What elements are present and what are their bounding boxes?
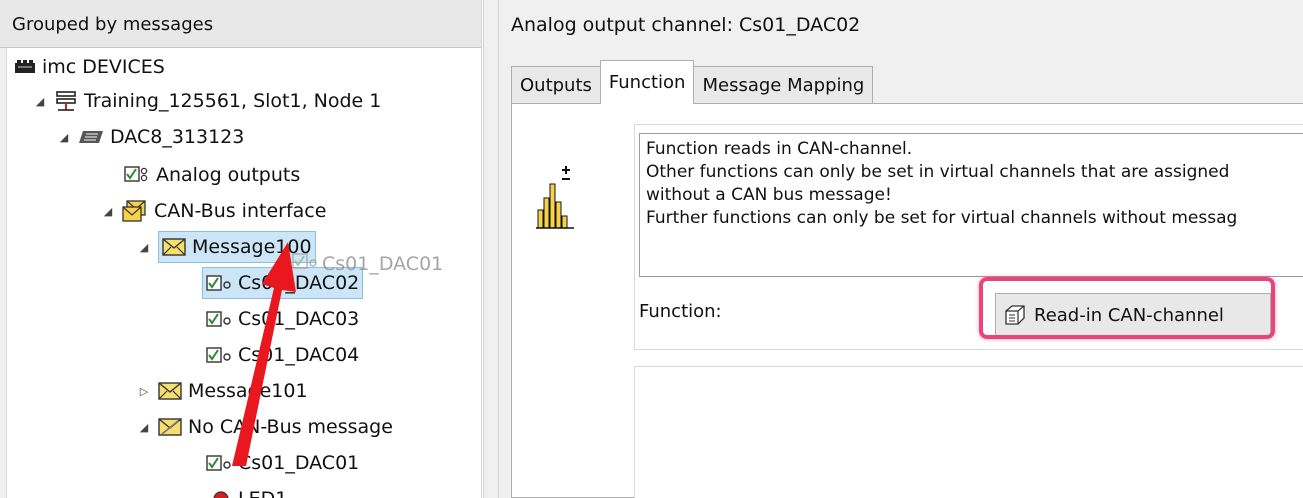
expand-toggle-icon[interactable]: ◢ [100,205,116,218]
tree-item-label: No CAN-Bus message [188,416,393,438]
channel-icon [206,274,232,292]
node-icon [54,90,78,112]
drag-ghost: Cs01_DAC01 [292,252,443,275]
envelope-icon [158,382,182,400]
description-line: Function reads in CAN-channel. [646,139,913,159]
tree-item-no-can-bus-message[interactable]: ◢ No CAN-Bus message [136,410,393,444]
function-group: Function reads in CAN-channel. Other fun… [634,124,1303,350]
expand-toggle-icon[interactable]: ◢ [136,241,152,254]
channel-icon [206,310,232,328]
description-line: Further functions can only be set for vi… [646,208,1238,228]
tree-item-label: DAC8_313123 [110,126,245,148]
function-label: Function: [639,301,722,322]
tab-message-mapping[interactable]: Message Mapping [693,66,874,104]
tree-item-label: Training_125561, Slot1, Node 1 [84,90,382,112]
description-line: without a CAN bus message! [646,185,892,205]
expand-toggle-icon[interactable]: ◢ [136,421,152,434]
function-select[interactable]: Read-in CAN-channel [995,293,1271,337]
tree-panel-edge [0,48,7,498]
envelope-icon [162,238,186,256]
function-parameters-area [634,366,1303,498]
tree-panel-header: Grouped by messages [0,0,481,48]
channel-icon [206,454,232,472]
tree-item-cs01-dac04[interactable]: Cs01_DAC04 [206,338,359,372]
tree-item-label: Cs01_DAC04 [238,344,360,366]
read-in-channel-icon [1004,304,1026,326]
envelope-crossed-icon [158,418,182,436]
can-bus-icon [122,200,148,222]
expand-toggle-icon[interactable]: ◢ [32,95,48,108]
tree-item-message100[interactable]: ◢ Message100 [136,230,316,264]
function-histogram-icon [534,162,584,232]
devices-icon [14,58,36,76]
properties-panel: Analog output channel: Cs01_DAC02 Output… [499,0,1303,498]
tree-item-label: LED1 [238,488,287,498]
drag-ghost-label: Cs01_DAC01 [322,252,444,275]
function-select-value: Read-in CAN-channel [1034,304,1224,326]
tree-item-label: imc DEVICES [42,56,165,78]
channel-icon [206,346,232,364]
function-description: Function reads in CAN-channel. Other fun… [639,133,1303,277]
tree-item-label: Cs01_DAC02 [238,272,360,294]
tree-item-message101[interactable]: ▷ Message101 [136,374,308,408]
tab-function[interactable]: Function [599,60,695,104]
channel-icon [292,252,318,275]
tree-item-cs01-dac03[interactable]: Cs01_DAC03 [206,302,359,336]
tree-item-dac8-module[interactable]: ◢ DAC8_313123 [56,120,245,154]
tree-item-label: Message101 [188,380,308,402]
tab-bar: Outputs Function Message Mapping [511,60,874,104]
tree-item-label: Analog outputs [156,164,301,186]
tree-item-cs01-dac01[interactable]: Cs01_DAC01 [206,446,359,480]
tree-item-analog-outputs[interactable]: Analog outputs [124,158,300,192]
analog-outputs-icon [124,165,150,185]
tree-panel: Grouped by messages imc DEVICES ◢ Traini… [0,0,482,498]
tree-item-label: Cs01_DAC01 [238,452,360,474]
module-icon [78,129,104,145]
tab-outputs[interactable]: Outputs [511,66,601,104]
expand-toggle-icon[interactable]: ◢ [56,131,72,144]
description-line: Other functions can only be set in virtu… [646,162,1230,182]
panel-title: Analog output channel: Cs01_DAC02 [511,14,861,36]
tree-panel-title: Grouped by messages [12,14,214,35]
tree-item-label: Cs01_DAC03 [238,308,360,330]
tree-item-imc-devices[interactable]: imc DEVICES [14,50,165,84]
tree-item-led1[interactable]: LED1 [210,482,287,498]
tree-item-label: CAN-Bus interface [154,200,327,222]
tab-content: Function reads in CAN-channel. Other fun… [511,103,1303,498]
pane-splitter[interactable] [483,0,499,498]
tree-item-can-bus-interface[interactable]: ◢ CAN-Bus interface [100,194,327,228]
led-icon [210,490,232,498]
tree-item-training-node[interactable]: ◢ Training_125561, Slot1, Node 1 [32,84,382,118]
expand-toggle-icon[interactable]: ▷ [136,385,152,398]
